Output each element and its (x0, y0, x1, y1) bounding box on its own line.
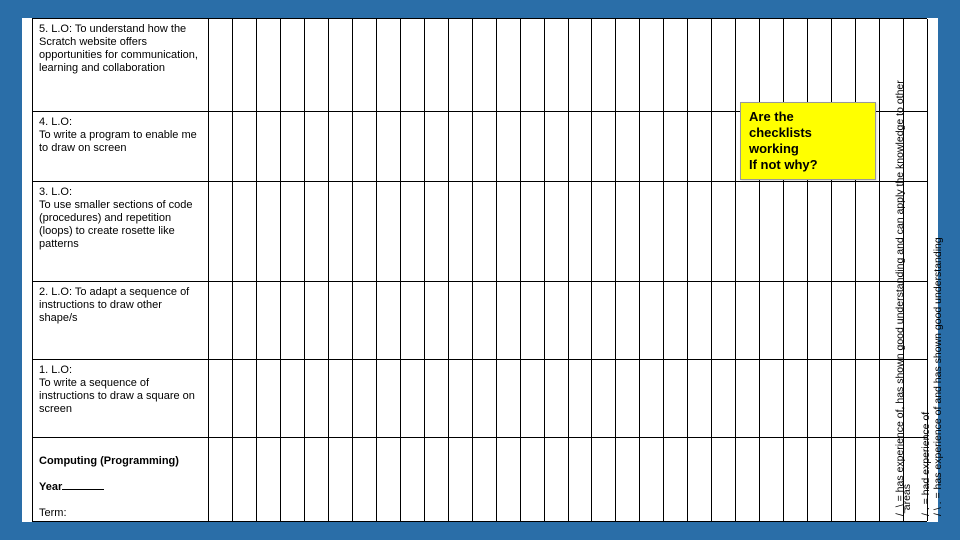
term-label: Term: (39, 507, 67, 519)
header-row: Computing (Programming) Year Term: (33, 437, 927, 523)
objective-text: 3. L.O:To use smaller sections of code (… (39, 186, 202, 251)
subject-title: Computing (Programming) (39, 455, 179, 467)
objective-row-2: 2. L.O: To adapt a sequence ofinstructio… (33, 281, 927, 359)
objective-row-5: 5. L.O: To understand how the Scratch we… (33, 19, 927, 111)
year-blank (62, 489, 104, 490)
objective-cell: 3. L.O:To use smaller sections of code (… (33, 182, 208, 281)
objective-row-1: 1. L.O:To write a sequence of instructio… (33, 359, 927, 437)
legend-line-3: /_\ = has experience of, has shown good … (894, 48, 906, 516)
legend-areas-label: areas (901, 484, 913, 510)
header-cell: Computing (Programming) Year Term: (33, 438, 208, 523)
objective-text: 5. L.O: To understand how the Scratch we… (39, 23, 202, 75)
year-label: Year (39, 481, 62, 493)
document-page: 5. L.O: To understand how the Scratch we… (22, 18, 938, 522)
assessment-grid: 5. L.O: To understand how the Scratch we… (32, 18, 927, 522)
sticky-note: Are the checklists working If not why? (740, 102, 876, 180)
legend-line-12: / . = had experience of/ \ . = has exper… (920, 48, 944, 516)
objective-cell: 4. L.O:To write a program to enable me t… (33, 112, 208, 181)
objective-text: 1. L.O:To write a sequence of instructio… (39, 364, 202, 416)
objective-cell: 5. L.O: To understand how the Scratch we… (33, 19, 208, 111)
objective-cell: 1. L.O:To write a sequence of instructio… (33, 360, 208, 437)
header-text: Computing (Programming) Year Term: (39, 442, 202, 520)
objective-row-3: 3. L.O:To use smaller sections of code (… (33, 181, 927, 281)
objective-text: 4. L.O:To write a program to enable me t… (39, 116, 202, 155)
objective-text: 2. L.O: To adapt a sequence ofinstructio… (39, 286, 202, 325)
objective-cell: 2. L.O: To adapt a sequence ofinstructio… (33, 282, 208, 359)
legend-key: / . = had experience of/ \ . = has exper… (892, 48, 936, 516)
